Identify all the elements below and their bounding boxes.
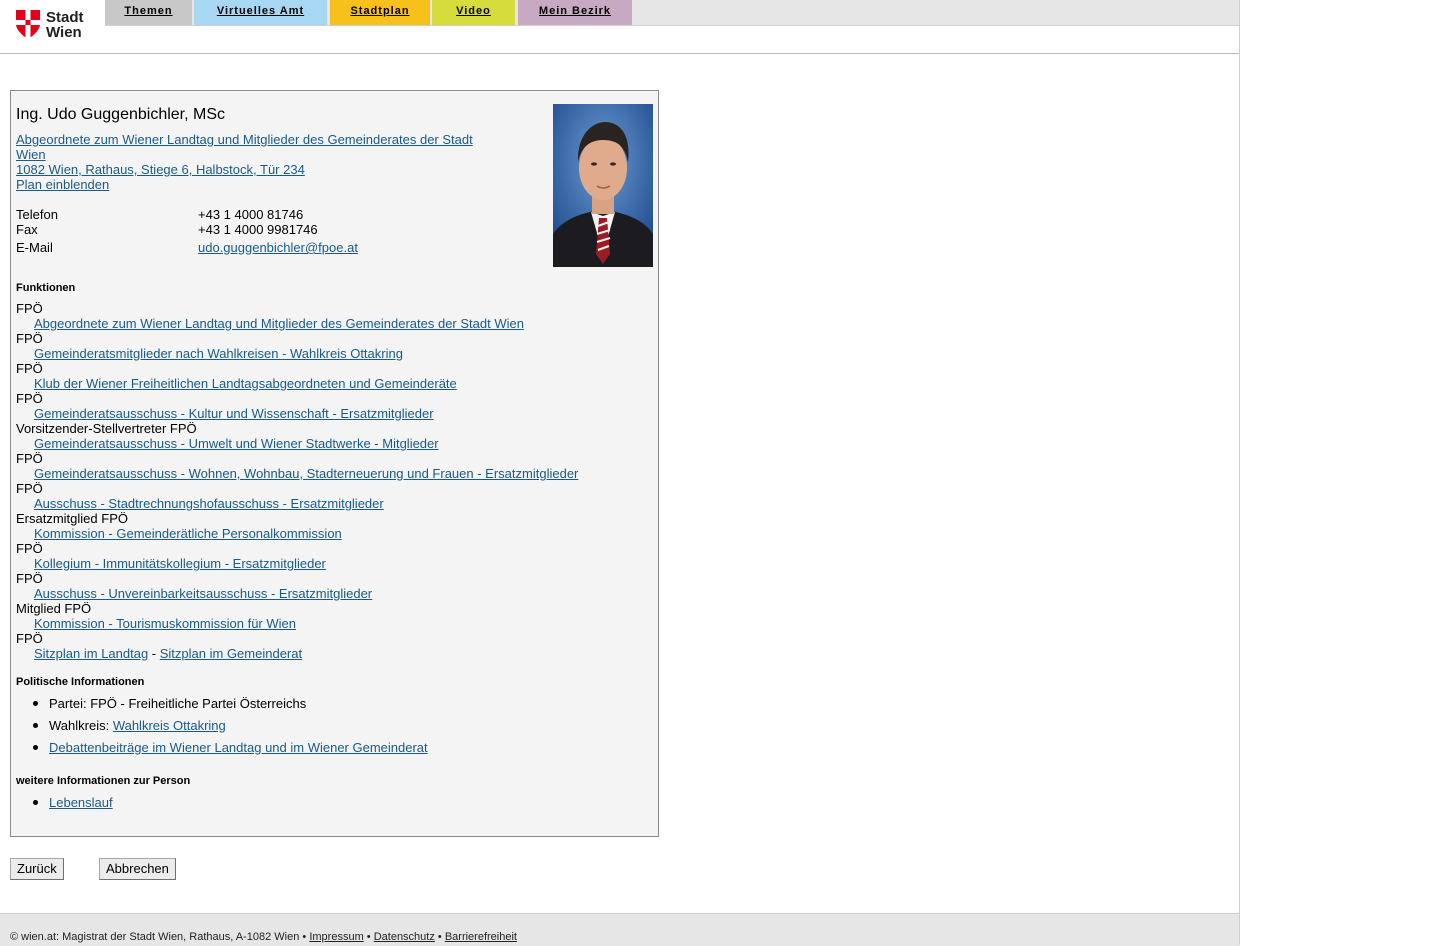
function-item: Ersatzmitglied FPÖ Kommission - Gemeinder… (16, 511, 646, 541)
function-item-sitzplan: FPÖ Sitzplan im Landtag - Sitzplan im Ge… (16, 631, 646, 661)
back-button[interactable]: Zurück (10, 858, 64, 880)
footer-separator: • (363, 931, 374, 943)
list-item: Partei: FPÖ - Freiheitliche Partei Öster… (16, 696, 646, 711)
list-item: Wahlkreis: Wahlkreis Ottakring (16, 718, 646, 733)
function-org-link[interactable]: Kollegium - Immunitätskollegium - Ersatz… (34, 556, 326, 571)
sitzplan-landtag-link[interactable]: Sitzplan im Landtag (34, 646, 148, 661)
function-org-link[interactable]: Gemeinderatsausschuss - Umwelt und Wiene… (34, 436, 439, 451)
further-info-heading: weitere Informationen zur Person (16, 775, 191, 787)
main-navigation: Themen Virtuelles Amt Stadtplan Video Me… (105, 0, 1239, 26)
tab-virtuelles-amt[interactable]: Virtuelles Amt (194, 0, 327, 25)
person-name: Ing. Udo Guggenbichler, MSc (16, 106, 226, 123)
function-role: FPÖ (16, 361, 43, 376)
wahlkreis-label: Wahlkreis: (49, 718, 113, 733)
party-label: Partei: (49, 696, 91, 711)
function-role: Vorsitzender-Stellvertreter FPÖ (16, 421, 197, 436)
person-card: Ing. Udo Guggenbichler, MSc Abgeordnete … (10, 90, 659, 837)
footer-text-line: © wien.at: Magistrat der Stadt Wien, Rat… (10, 931, 517, 943)
email-label: E-Mail (16, 240, 53, 255)
function-org-link[interactable]: Ausschuss - Stadtrechnungshofausschuss -… (34, 496, 384, 511)
function-role: FPÖ (16, 391, 43, 406)
logo-line-wien: Wien (46, 24, 82, 41)
function-role: FPÖ (16, 301, 43, 316)
impressum-link[interactable]: Impressum (309, 931, 363, 943)
wahlkreis-link[interactable]: Wahlkreis Ottakring (113, 718, 226, 733)
page: Stadt Wien Themen Virtuelles Amt Stadtpl… (0, 0, 1240, 946)
function-role: FPÖ (16, 631, 43, 646)
functions-list: FPÖ Abgeordnete zum Wiener Landtag und Mi… (16, 301, 646, 661)
footer-separator: • (434, 931, 445, 943)
wien-shield-icon (16, 10, 40, 39)
lebenslauf-link[interactable]: Lebenslauf (49, 795, 113, 810)
function-item: Vorsitzender-Stellvertreter FPÖ Gemeinder… (16, 421, 646, 451)
function-role: Ersatzmitglied FPÖ (16, 511, 128, 526)
function-item: FPÖ Klub der Wiener Freiheitlichen Landta… (16, 361, 646, 391)
portrait-image (553, 104, 653, 267)
function-item: FPÖ Gemeinderatsmitglieder nach Wahlkreis… (16, 331, 646, 361)
function-item: FPÖ Gemeinderatsausschuss - Wohnen, Wohnb… (16, 451, 646, 481)
political-info-list: Partei: FPÖ - Freiheitliche Partei Öster… (16, 696, 646, 755)
party-value: FPÖ - Freiheitliche Partei Österreichs (90, 696, 307, 711)
email-link[interactable]: udo.guggenbichler@fpoe.at (198, 240, 358, 255)
function-role: FPÖ (16, 451, 43, 466)
parliament-link[interactable]: Abgeordnete zum Wiener Landtag und Mitgl… (16, 132, 496, 162)
tab-mein-bezirk[interactable]: Mein Bezirk (518, 0, 632, 25)
cancel-button[interactable]: Abbrechen (99, 858, 176, 880)
function-org-link[interactable]: Kommission - Gemeinderätliche Personalko… (34, 526, 342, 541)
function-org-link[interactable]: Kommission - Tourismuskommission für Wie… (34, 616, 296, 631)
phone-value: +43 1 4000 81746 (198, 207, 304, 222)
function-item: Mitglied FPÖ Kommission - Tourismuskommis… (16, 601, 646, 631)
function-org-link[interactable]: Klub der Wiener Freiheitlichen Landtagsa… (34, 376, 457, 391)
footer-separator: • (299, 931, 310, 943)
datenschutz-link[interactable]: Datenschutz (374, 931, 435, 943)
political-info-heading: Politische Informationen (16, 676, 145, 688)
function-item: FPÖ Kollegium - Immunitätskollegium - Ers… (16, 541, 646, 571)
function-role: FPÖ (16, 541, 43, 556)
logo-wordmark: Stadt Wien (46, 10, 84, 40)
sitzplan-links: Sitzplan im Landtag - Sitzplan im Gemein… (34, 646, 302, 661)
function-item: FPÖ Gemeinderatsausschuss - Kultur und Wi… (16, 391, 646, 421)
function-org-link[interactable]: Ausschuss - Unvereinbarkeitsausschuss - … (34, 586, 372, 601)
phone-label: Telefon (16, 207, 58, 222)
function-item: FPÖ Ausschuss - Unvereinbarkeitsausschuss… (16, 571, 646, 601)
site-footer: © wien.at: Magistrat der Stadt Wien, Rat… (0, 913, 1239, 946)
function-org-link[interactable]: Abgeordnete zum Wiener Landtag und Mitgl… (34, 316, 524, 331)
function-org-link[interactable]: Gemeinderatsausschuss - Wohnen, Wohnbau,… (34, 466, 578, 481)
function-role: FPÖ (16, 481, 43, 496)
function-role: FPÖ (16, 331, 43, 346)
function-org-link[interactable]: Gemeinderatsmitglieder nach Wahlkreisen … (34, 346, 403, 361)
further-info-list: Lebenslauf (16, 795, 646, 810)
functions-heading: Funktionen (16, 282, 76, 294)
site-header: Stadt Wien Themen Virtuelles Amt Stadtpl… (0, 0, 1239, 54)
tab-themen[interactable]: Themen (105, 0, 192, 25)
list-item: Lebenslauf (16, 795, 646, 810)
function-item: FPÖ Abgeordnete zum Wiener Landtag und Mi… (16, 301, 646, 331)
address-link[interactable]: 1082 Wien, Rathaus, Stiege 6, Halbstock,… (16, 162, 305, 177)
function-org-link[interactable]: Gemeinderatsausschuss - Kultur und Wisse… (34, 406, 434, 421)
function-role: FPÖ (16, 571, 43, 586)
tab-stadtplan[interactable]: Stadtplan (330, 0, 430, 25)
function-role: Mitglied FPÖ (16, 601, 92, 616)
show-map-link[interactable]: Plan einblenden (16, 177, 109, 192)
debatten-link[interactable]: Debattenbeiträge im Wiener Landtag und i… (49, 740, 428, 755)
function-item: FPÖ Ausschuss - Stadtrechnungshofausschus… (16, 481, 646, 511)
fax-value: +43 1 4000 9981746 (198, 222, 318, 237)
barrierefreiheit-link[interactable]: Barrierefreiheit (445, 931, 517, 943)
sitzplan-separator: - (148, 646, 160, 661)
stadt-wien-logo[interactable]: Stadt Wien (16, 10, 96, 42)
copyright-text: © wien.at: Magistrat der Stadt Wien, Rat… (10, 931, 300, 943)
fax-label: Fax (16, 222, 38, 237)
person-photo (553, 104, 653, 267)
tab-video[interactable]: Video (432, 0, 515, 25)
sitzplan-gemeinderat-link[interactable]: Sitzplan im Gemeinderat (160, 646, 302, 661)
list-item: Debattenbeiträge im Wiener Landtag und i… (16, 740, 646, 755)
